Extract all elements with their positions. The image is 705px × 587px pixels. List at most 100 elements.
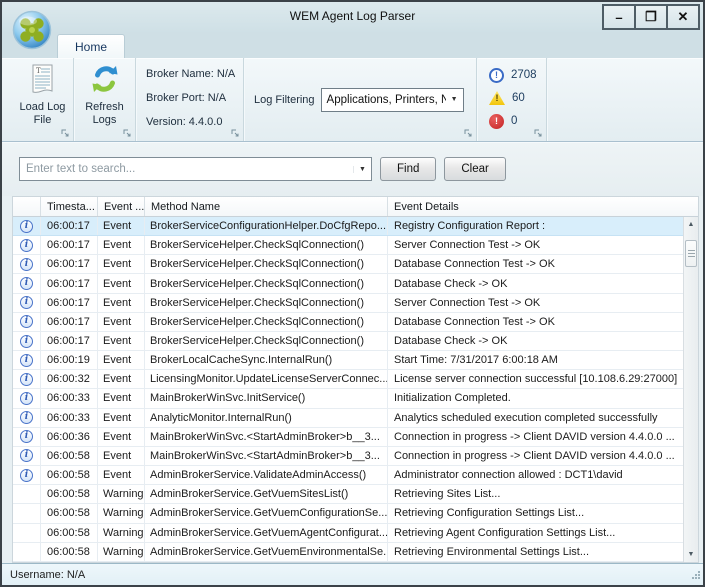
- search-input[interactable]: [20, 158, 353, 180]
- info-icon: i: [20, 449, 33, 462]
- table-row[interactable]: i 06:00:58 Warning AdminBrokerService.Ge…: [13, 504, 683, 523]
- table-row[interactable]: i 06:00:58 Event MainBrokerWinSvc.<Start…: [13, 447, 683, 466]
- row-method-name: AdminBrokerService.GetVuemAgentConfigura…: [145, 524, 388, 542]
- row-method-name: AdminBrokerService.ValidateAdminAccess(): [145, 466, 388, 484]
- info-counter: ! 2708: [489, 65, 537, 85]
- row-event-details: License server connection successful [10…: [388, 370, 683, 388]
- refresh-icon: [89, 63, 121, 98]
- row-timestamp: 06:00:17: [41, 313, 98, 331]
- maximize-button[interactable]: ❐: [634, 4, 668, 30]
- log-filtering-value: Applications, Printers, N...: [322, 94, 446, 106]
- row-severity-cell: i: [13, 466, 41, 484]
- column-header-event-details[interactable]: Event Details: [388, 197, 698, 216]
- ribbon-group-refresh: Refresh Logs: [74, 58, 136, 141]
- row-event-type: Event: [98, 274, 145, 292]
- row-severity-cell: i: [13, 351, 41, 369]
- column-header-icon[interactable]: [13, 197, 41, 216]
- table-row[interactable]: i 06:00:17 Event BrokerServiceHelper.Che…: [13, 294, 683, 313]
- table-row[interactable]: i 06:00:32 Event LicensingMonitor.Update…: [13, 370, 683, 389]
- resize-grip[interactable]: [691, 570, 701, 583]
- warning-count-value: 60: [512, 92, 525, 104]
- log-grid: Timesta... Event ... Method Name Event D…: [12, 196, 699, 563]
- refresh-logs-button[interactable]: Refresh Logs: [74, 63, 135, 135]
- row-event-type: Event: [98, 466, 145, 484]
- column-header-event-type[interactable]: Event ...: [98, 197, 145, 216]
- row-severity-cell: i: [13, 447, 41, 465]
- scroll-down-icon[interactable]: ▼: [684, 547, 698, 562]
- tab-home[interactable]: Home: [57, 34, 125, 58]
- row-severity-cell: i: [13, 332, 41, 350]
- table-row[interactable]: i 06:00:17 Event BrokerServiceConfigurat…: [13, 217, 683, 236]
- row-method-name: BrokerServiceHelper.CheckSqlConnection(): [145, 313, 388, 331]
- row-event-details: Server Connection Test -> OK: [388, 236, 683, 254]
- column-header-method-name[interactable]: Method Name: [145, 197, 388, 216]
- table-row[interactable]: i 06:00:58 Warning AdminBrokerService.Ge…: [13, 524, 683, 543]
- table-row[interactable]: i 06:00:17 Event BrokerServiceHelper.Che…: [13, 236, 683, 255]
- error-count-icon: !: [489, 114, 504, 129]
- row-timestamp: 06:00:17: [41, 294, 98, 312]
- row-event-type: Event: [98, 294, 145, 312]
- row-timestamp: 06:00:17: [41, 332, 98, 350]
- clear-button[interactable]: Clear: [444, 157, 505, 181]
- minimize-button[interactable]: –: [602, 4, 636, 30]
- row-method-name: MainBrokerWinSvc.<StartAdminBroker>b__3.…: [145, 447, 388, 465]
- scroll-up-icon[interactable]: ▲: [684, 217, 698, 232]
- table-row[interactable]: i 06:00:36 Event MainBrokerWinSvc.<Start…: [13, 428, 683, 447]
- info-icon: i: [20, 258, 33, 271]
- row-event-details: Retrieving Configuration Settings List..…: [388, 504, 683, 522]
- row-event-details: Retrieving Environmental Settings List..…: [388, 543, 683, 561]
- row-timestamp: 06:00:17: [41, 255, 98, 273]
- vertical-scrollbar[interactable]: ▲ ▼: [683, 217, 698, 562]
- info-icon: i: [20, 220, 33, 233]
- close-button[interactable]: ✕: [666, 4, 700, 30]
- table-row[interactable]: i 06:00:17 Event BrokerServiceHelper.Che…: [13, 274, 683, 293]
- dialog-launcher-icon[interactable]: [464, 129, 473, 138]
- row-event-details: Registry Configuration Report :: [388, 217, 683, 235]
- row-severity-cell: i: [13, 524, 41, 542]
- dialog-launcher-icon[interactable]: [534, 129, 543, 138]
- broker-name-text: Broker Name: N/A: [146, 66, 235, 82]
- row-method-name: AdminBrokerService.GetVuemSitesList(): [145, 485, 388, 503]
- app-window: WEM Agent Log Parser – ❐ ✕ Home: [0, 0, 705, 587]
- table-row[interactable]: i 06:00:58 Warning AdminBrokerService.Ge…: [13, 543, 683, 562]
- table-row[interactable]: i 06:00:19 Event BrokerLocalCacheSync.In…: [13, 351, 683, 370]
- load-log-file-button[interactable]: T Load Log File: [12, 63, 73, 135]
- table-row[interactable]: i 06:00:33 Event AnalyticMonitor.Interna…: [13, 409, 683, 428]
- table-row[interactable]: i 06:00:17 Event BrokerServiceHelper.Che…: [13, 332, 683, 351]
- table-row[interactable]: i 06:00:17 Event BrokerServiceHelper.Che…: [13, 255, 683, 274]
- row-timestamp: 06:00:58: [41, 466, 98, 484]
- row-severity-cell: i: [13, 294, 41, 312]
- chevron-down-icon[interactable]: ▼: [446, 96, 463, 103]
- grid-header: Timesta... Event ... Method Name Event D…: [13, 197, 698, 217]
- scrollbar-thumb[interactable]: [685, 240, 697, 267]
- table-row[interactable]: i 06:00:17 Event BrokerServiceHelper.Che…: [13, 313, 683, 332]
- row-event-details: Connection in progress -> Client DAVID v…: [388, 447, 683, 465]
- dialog-launcher-icon[interactable]: [61, 129, 70, 138]
- column-header-timestamp[interactable]: Timesta...: [41, 197, 98, 216]
- warning-icon: [20, 527, 34, 539]
- app-menu-logo-icon[interactable]: [12, 10, 52, 50]
- table-row[interactable]: i 06:00:58 Warning AdminBrokerService.Ge…: [13, 485, 683, 504]
- log-filtering-dropdown[interactable]: Applications, Printers, N... ▼: [321, 88, 464, 112]
- row-timestamp: 06:00:58: [41, 543, 98, 561]
- row-timestamp: 06:00:33: [41, 389, 98, 407]
- find-button[interactable]: Find: [380, 157, 436, 181]
- search-dropdown-icon[interactable]: ▼: [353, 166, 371, 173]
- row-method-name: BrokerServiceHelper.CheckSqlConnection(): [145, 294, 388, 312]
- dialog-launcher-icon[interactable]: [123, 129, 132, 138]
- row-severity-cell: i: [13, 428, 41, 446]
- row-severity-cell: i: [13, 409, 41, 427]
- dialog-launcher-icon[interactable]: [231, 129, 240, 138]
- row-event-details: Database Connection Test -> OK: [388, 255, 683, 273]
- info-icon: i: [20, 430, 33, 443]
- ribbon-tab-row: Home: [2, 32, 703, 58]
- table-row[interactable]: i 06:00:58 Event AdminBrokerService.Vali…: [13, 466, 683, 485]
- row-timestamp: 06:00:36: [41, 428, 98, 446]
- search-combobox: ▼: [19, 157, 372, 181]
- search-panel: ▼ Find Clear: [2, 142, 703, 196]
- table-row[interactable]: i 06:00:33 Event MainBrokerWinSvc.InitSe…: [13, 389, 683, 408]
- info-icon: i: [20, 296, 33, 309]
- info-icon: i: [20, 354, 33, 367]
- row-timestamp: 06:00:17: [41, 217, 98, 235]
- info-icon: i: [20, 469, 33, 482]
